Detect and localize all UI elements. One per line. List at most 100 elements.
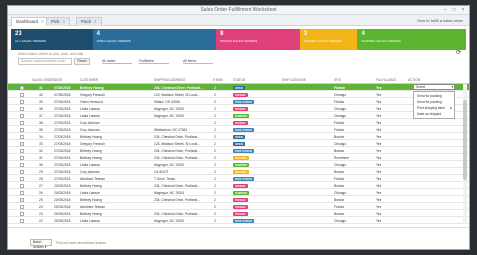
cell-shipping-address: Mcgregor, NC 76301 xyxy=(154,162,185,167)
cell-shipping-address: CA 90275 xyxy=(154,169,169,174)
row-checkbox[interactable] xyxy=(20,128,24,132)
row-checkbox[interactable] xyxy=(20,177,24,181)
tab-close-icon[interactable]: × xyxy=(94,19,97,24)
row-checkbox[interactable] xyxy=(20,191,24,195)
tile-label: PICKED SALES ORDERS xyxy=(220,39,258,43)
status-badge: SHIPPED xyxy=(233,113,250,118)
batch-actions-hint[interactable]: Find out more about these actions xyxy=(56,241,106,245)
cell-items: 2 xyxy=(214,190,216,195)
batch-actions-button[interactable]: Batch Actions ▾ xyxy=(30,239,52,249)
fulfill-help-link[interactable]: How to fulfill a sales order xyxy=(417,18,463,23)
col-shipping-address[interactable]: SHIPPING ADDRESS xyxy=(154,78,185,82)
date-filter-select[interactable]: All dates xyxy=(102,59,132,64)
row-checkbox[interactable] xyxy=(20,198,24,202)
row-checkbox[interactable] xyxy=(20,135,24,139)
row-checkbox[interactable] xyxy=(20,212,24,216)
tile-picked-orders[interactable]: 8 PICKED SALES ORDERS xyxy=(216,29,300,50)
row-checkbox[interactable] xyxy=(20,142,24,146)
row-checkbox[interactable] xyxy=(20,163,24,167)
cell-site: Boston xyxy=(334,148,345,153)
col-action[interactable]: ACTION xyxy=(408,78,420,82)
close-icon[interactable]: × xyxy=(460,7,466,13)
row-checkbox[interactable] xyxy=(20,156,24,160)
tab-dashboard[interactable]: Dashboard × xyxy=(11,17,49,26)
col-ship-date[interactable]: SHIP DATE/DUE xyxy=(282,78,306,82)
table-row[interactable]: 24 20/03/2018 Abraham Tetman 2 PICKED Florida… xyxy=(8,203,469,210)
action-select[interactable]: Select ▾ xyxy=(413,84,455,90)
refresh-icon[interactable]: ⟳ xyxy=(456,49,461,56)
table-row[interactable]: 35 27/03/2018 Cory Ackman Whitesboro, NC 27… xyxy=(8,126,469,133)
maximize-icon[interactable]: □ xyxy=(451,7,457,13)
table-row[interactable]: 25 20/03/2018 Brittney Hoang 234, Chestnut … xyxy=(8,196,469,203)
scrollbar-thumb[interactable] xyxy=(463,100,467,180)
table-row[interactable]: 39 27/03/2018 Owen Herwood Hiliard, OH 4302… xyxy=(8,98,469,105)
fulfillable-filter-select[interactable]: Fulfillable xyxy=(139,59,169,64)
cell-sales-order: 25 xyxy=(39,197,43,202)
table-row[interactable]: 28 27/03/2018 Abraham Tetman T Drive, Texas… xyxy=(8,175,469,182)
cell-items: 2 xyxy=(214,169,216,174)
tab-pack[interactable]: Pack × xyxy=(76,17,102,26)
action-menu-item[interactable]: Mark as shipped xyxy=(414,111,454,117)
search-input[interactable]: Search customer/sales order xyxy=(18,58,72,65)
col-items[interactable]: ITEMS xyxy=(213,78,223,82)
tile-open-orders[interactable]: 4 OPEN SALES ORDERS xyxy=(92,29,217,50)
tile-all-orders[interactable]: 23 ALL SALES ORDERS xyxy=(11,29,93,50)
col-status[interactable]: STATUS xyxy=(233,78,245,82)
row-checkbox[interactable] xyxy=(20,100,24,104)
status-badge: PACKED xyxy=(233,169,249,174)
row-checkbox[interactable] xyxy=(20,170,24,174)
tab-close-icon[interactable]: × xyxy=(41,19,44,24)
cell-sales-order: 24 xyxy=(39,204,43,209)
tile-packed-orders[interactable]: 3 PACKED SALES ORDERS xyxy=(299,29,358,50)
col-fulfillable[interactable]: FULFILLABLE xyxy=(376,78,397,82)
table-row[interactable]: 27 20/03/2018 Brittney Hoang 234, Chestnut … xyxy=(8,182,469,189)
row-checkbox[interactable] xyxy=(20,107,24,111)
tile-shipped-orders[interactable]: 4 SHIPPED SALES ORDERS xyxy=(357,29,466,50)
table-row[interactable]: 38 27/03/2018 Linda Lawson Mcgregor, NC 763… xyxy=(8,105,469,112)
table-row[interactable]: 41 07/20/2018 Brittney Hoang 234, Chestnut … xyxy=(8,84,469,91)
table-row[interactable]: 36 27/03/2018 Cory Ackman 2 PICKED Florida Yes xyxy=(8,119,469,126)
cell-sales-order: 28 xyxy=(39,176,43,181)
table-scrollbar[interactable] xyxy=(463,84,467,222)
action-menu: Send for packing Send for packing Print … xyxy=(413,91,455,119)
row-checkbox[interactable] xyxy=(20,121,24,125)
cell-fulfillable: Yes xyxy=(376,162,382,167)
reset-button[interactable]: Reset xyxy=(74,58,90,65)
table-row[interactable]: 34 27/03/2018 Brittney Hoang 234, Chestnut … xyxy=(8,133,469,140)
cell-date: 27/03/2018 xyxy=(54,148,71,153)
row-checkbox[interactable] xyxy=(20,219,24,223)
row-checkbox[interactable] xyxy=(20,114,24,118)
col-customer[interactable]: CUSTOMER xyxy=(80,78,98,82)
cell-customer: Abraham Tetman xyxy=(80,176,106,181)
tab-close-icon[interactable]: × xyxy=(63,19,66,24)
table-row[interactable]: 31 27/03/2018 Brittney Hoang 234, Chestnut … xyxy=(8,154,469,161)
row-checkbox[interactable] xyxy=(20,86,24,90)
cell-customer: Abraham Tetman xyxy=(80,204,106,209)
row-checkbox[interactable] xyxy=(20,205,24,209)
table-row[interactable]: 40 07/05/2018 Gregory Freanch 123, Madison … xyxy=(8,91,469,98)
row-checkbox[interactable] xyxy=(20,93,24,97)
table-row[interactable]: 26 20/03/2018 Linda Lawson Mcgregor, NC 763… xyxy=(8,189,469,196)
cell-date: 20/03/2018 xyxy=(54,197,71,202)
action-dropdown[interactable]: Select ▾ Send for packing Send for packi… xyxy=(413,84,455,119)
col-sales-order[interactable]: SALES ORDER xyxy=(32,78,55,82)
table-row[interactable]: 30 27/03/2018 Linda Lawson Mcgregor, NC 763… xyxy=(8,161,469,168)
items-filter-select[interactable]: All items xyxy=(183,59,213,64)
table-row[interactable]: 23 20/03/2018 Brittney Hoang 234, Chestnut … xyxy=(8,210,469,217)
menu-item-label: Send for packing xyxy=(417,100,442,104)
table-row[interactable]: 33 27/03/2018 Gregory Freanch 123, Madison … xyxy=(8,140,469,147)
row-checkbox[interactable] xyxy=(20,149,24,153)
row-checkbox[interactable] xyxy=(20,184,24,188)
table-row[interactable]: 37 27/03/2018 Linda Lawson Mcgregor, NC 763… xyxy=(8,112,469,119)
batch-actions-label: Batch Actions xyxy=(33,240,44,249)
tab-pick[interactable]: Pick × xyxy=(46,17,71,26)
col-date[interactable]: DATE xyxy=(54,78,62,82)
minimize-icon[interactable]: – xyxy=(442,7,448,13)
col-site[interactable]: SITE xyxy=(334,78,341,82)
cell-fulfillable: Yes xyxy=(376,197,382,202)
table-row[interactable]: 22 20/03/2018 Linda Lawson Mcgregor, NC 763… xyxy=(8,217,469,224)
table-row[interactable]: 29 27/03/2018 Cory Ackman CA 90275 2 PACKED Bo… xyxy=(8,168,469,175)
cell-sales-order: 27 xyxy=(39,183,43,188)
table-row[interactable]: 32 27/03/2018 Brittney Hoang 234, Chestnut … xyxy=(8,147,469,154)
menu-item-label: Print shipping label xyxy=(417,106,445,110)
